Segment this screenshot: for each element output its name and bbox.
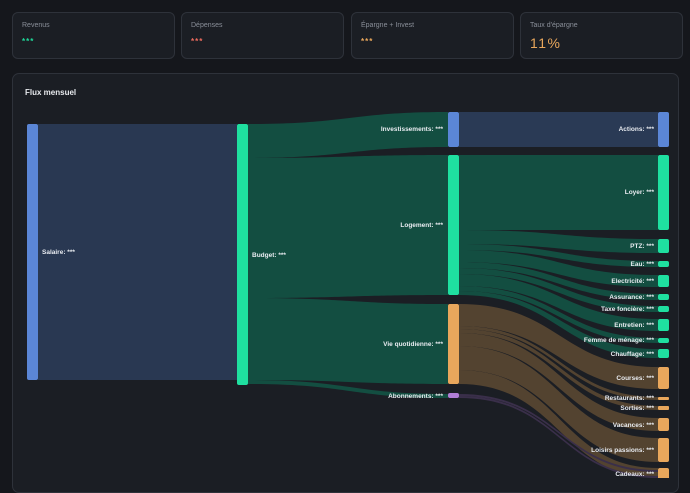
sankey-diagram: Salaire: *** Budget: *** Investissements… <box>27 112 669 478</box>
link-budget-investissements <box>248 112 448 158</box>
node-label-femme-de-menage: Femme de ménage: *** <box>584 337 655 344</box>
node-label-taxe-fonciere: Taxe foncière: *** <box>601 306 654 313</box>
node-loisirs-passions[interactable] <box>658 438 669 462</box>
node-label-restaurants: Restaurants: *** <box>605 395 655 402</box>
node-label-chauffage: Chauffage: *** <box>611 351 655 358</box>
node-taxe-fonciere[interactable] <box>658 306 669 312</box>
node-label-abonnements: Abonnements: *** <box>388 393 443 400</box>
node-actions[interactable] <box>658 112 669 147</box>
node-restaurants[interactable] <box>658 397 669 400</box>
node-vie-quotidienne[interactable] <box>448 304 459 384</box>
node-courses[interactable] <box>658 367 669 389</box>
node-label-electricite: Electricité: *** <box>611 278 654 285</box>
node-label-assurance: Assurance: *** <box>609 294 654 301</box>
node-label-logement: Logement: *** <box>400 222 443 229</box>
node-investissements[interactable] <box>448 112 459 147</box>
node-label-courses: Courses: *** <box>616 375 654 382</box>
node-abonnements[interactable] <box>448 393 459 398</box>
node-femme-de-menage[interactable] <box>658 338 669 343</box>
node-label-entretien: Entretien: *** <box>614 322 654 329</box>
node-assurance[interactable] <box>658 294 669 300</box>
node-logement[interactable] <box>448 155 459 295</box>
node-label-cadeaux: Cadeaux: *** <box>615 471 654 478</box>
node-label-budget: Budget: *** <box>252 252 286 259</box>
node-salaire[interactable] <box>27 124 38 380</box>
node-label-eau: Eau: *** <box>631 261 655 268</box>
node-loyer[interactable] <box>658 155 669 230</box>
node-electricite[interactable] <box>658 275 669 287</box>
node-label-vie-quotidienne: Vie quotidienne: *** <box>383 341 443 348</box>
node-label-actions: Actions: *** <box>619 126 655 133</box>
node-label-sorties: Sorties: *** <box>620 405 654 412</box>
node-vacances[interactable] <box>658 418 669 431</box>
node-eau[interactable] <box>658 261 669 267</box>
node-label-loyer: Loyer: *** <box>625 189 655 196</box>
node-label-ptz: PTZ: *** <box>630 243 654 250</box>
node-label-salaire: Salaire: *** <box>42 249 75 256</box>
node-chauffage[interactable] <box>658 349 669 358</box>
node-label-investissements: Investissements: *** <box>381 126 444 133</box>
node-entretien[interactable] <box>658 319 669 331</box>
node-budget[interactable] <box>237 124 248 385</box>
node-sorties[interactable] <box>658 406 669 410</box>
node-cadeaux[interactable] <box>658 468 669 478</box>
node-label-vacances: Vacances: *** <box>613 422 655 429</box>
node-label-loisirs-passions: Loisirs passions: *** <box>591 447 654 454</box>
sankey-links <box>38 112 658 478</box>
node-ptz[interactable] <box>658 239 669 253</box>
